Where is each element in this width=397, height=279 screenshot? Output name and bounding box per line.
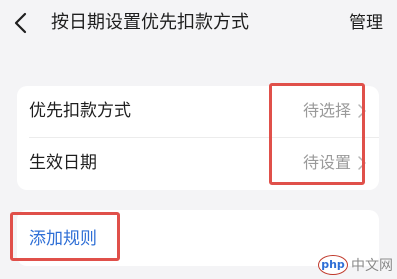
effective-date-value: 待设置 <box>302 153 351 172</box>
header-bar: 按日期设置优先扣款方式 管理 <box>0 0 397 46</box>
manage-button[interactable]: 管理 <box>349 9 383 37</box>
priority-payment-method-row[interactable]: 优先扣款方式 待选择 <box>17 86 379 138</box>
effective-date-label: 生效日期 <box>29 153 97 173</box>
watermark-text: 中文网 <box>351 258 393 274</box>
priority-payment-method-label: 优先扣款方式 <box>29 101 131 121</box>
page-title: 按日期设置优先扣款方式 <box>51 12 249 33</box>
chevron-right-icon <box>358 156 366 170</box>
php-logo-icon: php <box>318 255 348 275</box>
watermark: php 中文网 <box>318 253 393 277</box>
chevron-right-icon <box>358 104 366 118</box>
settings-card: 优先扣款方式 待选择 生效日期 待设置 <box>17 86 379 190</box>
chevron-left-icon[interactable] <box>10 10 32 36</box>
priority-payment-method-value: 待选择 <box>302 101 351 120</box>
effective-date-row[interactable]: 生效日期 待设置 <box>17 138 379 190</box>
add-rule-button[interactable]: 添加规则 <box>29 226 97 252</box>
